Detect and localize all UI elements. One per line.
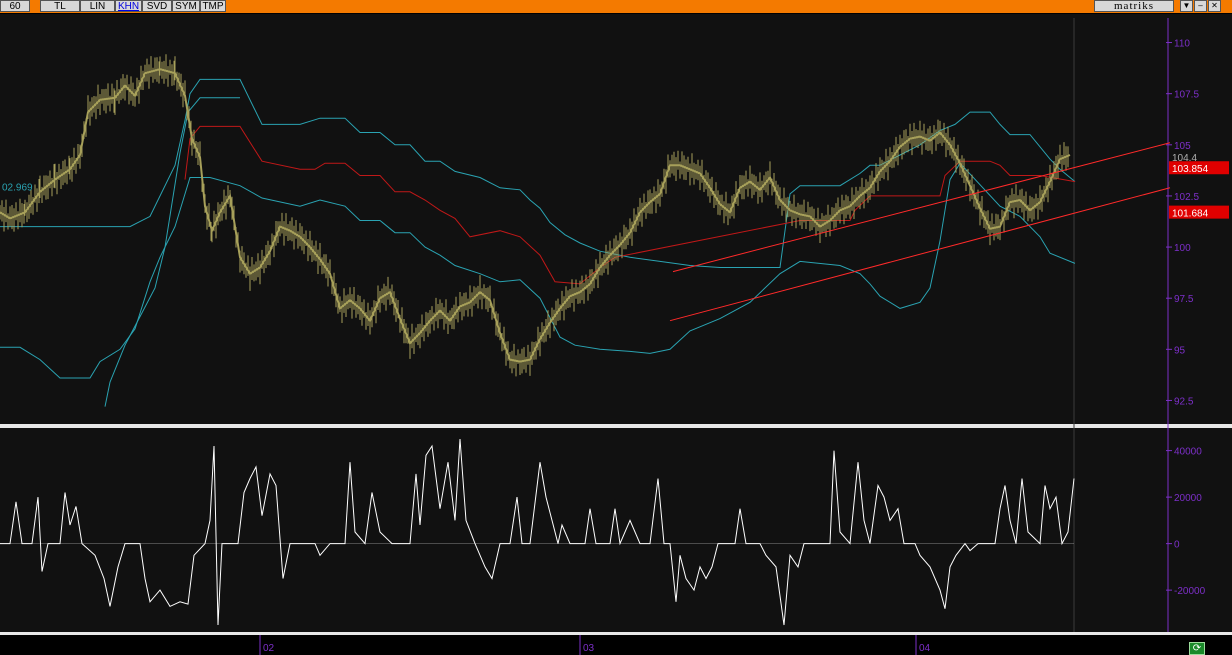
price-ytick-label: 102.5 xyxy=(1174,192,1199,203)
left-value-label: 02.969 xyxy=(2,182,33,193)
price-ytick-label: 95 xyxy=(1174,345,1186,356)
price-badge-label: 101.684 xyxy=(1172,209,1209,220)
osc-ytick-label: 20000 xyxy=(1174,493,1202,504)
xaxis-area xyxy=(0,635,1232,655)
osc-ytick-label: -20000 xyxy=(1174,586,1206,597)
xtick-label: 03 xyxy=(583,643,595,654)
price-badge-label: 103.854 xyxy=(1172,164,1209,175)
chart-canvas: 110 107.5 105 102.5 100 97.5 95 92.5 40000 20000 0… xyxy=(0,14,1232,655)
price-ytick-label: 105 xyxy=(1174,141,1191,152)
refresh-icon[interactable]: ⟳ xyxy=(1189,642,1205,655)
price-ytick-label: 100 xyxy=(1174,243,1191,254)
price-ytick-label: 107.5 xyxy=(1174,90,1199,101)
price-ytick-label: 92.5 xyxy=(1174,396,1194,407)
xtick-label: 02 xyxy=(263,643,275,654)
price-ytick-label: 110 xyxy=(1174,39,1190,50)
osc-ytick-label: 0 xyxy=(1174,540,1180,551)
panel-separator xyxy=(0,424,1232,428)
xaxis-separator xyxy=(0,632,1232,635)
price-ytick-label: 97.5 xyxy=(1174,294,1194,305)
xtick-label: 04 xyxy=(919,643,931,654)
osc-ytick-label: 40000 xyxy=(1174,447,1202,458)
chart-background xyxy=(0,14,1232,655)
